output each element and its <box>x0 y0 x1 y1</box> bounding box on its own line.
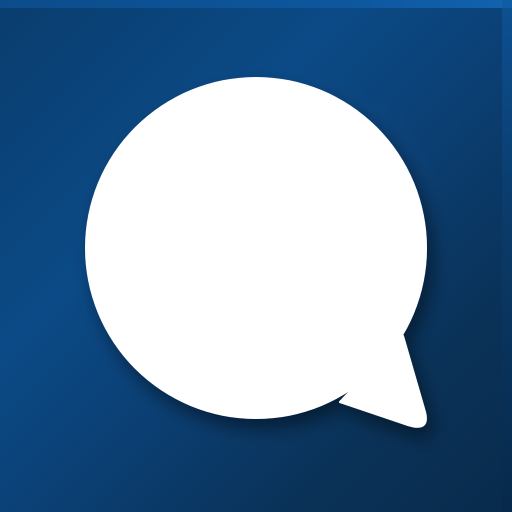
app-icon <box>0 0 512 512</box>
speech-bubble-shape <box>85 77 427 428</box>
speech-bubble-icon <box>85 77 427 428</box>
